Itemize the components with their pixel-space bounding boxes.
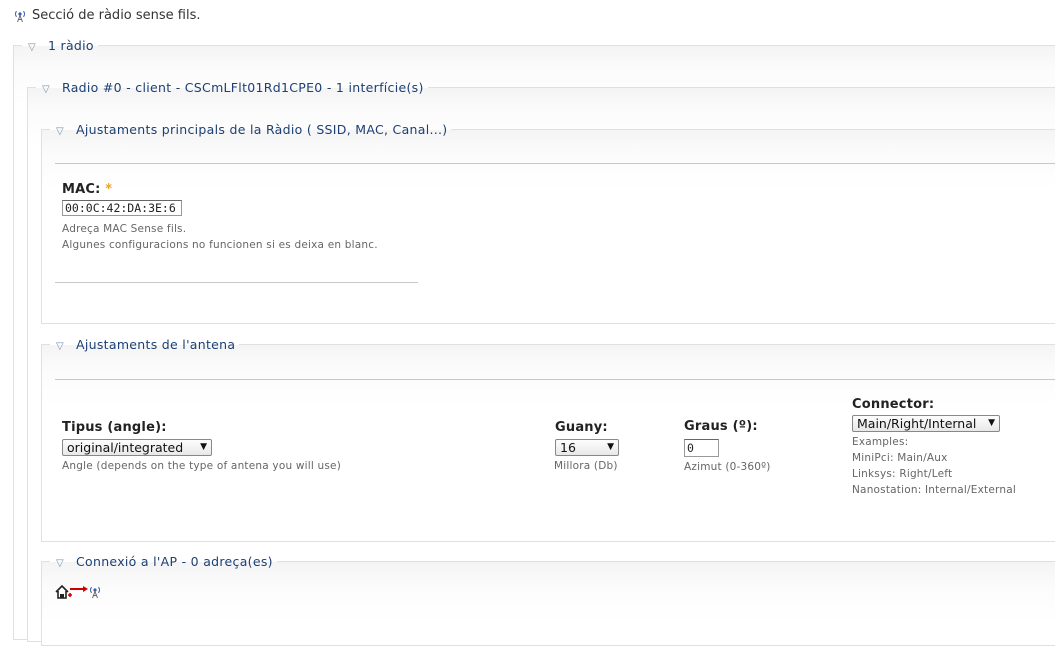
- radios-legend[interactable]: ▽ 1 ràdio: [22, 38, 98, 53]
- antenna-type-help: Angle (depends on the type of antena you…: [62, 460, 342, 472]
- gain-label: Guany:: [555, 420, 608, 435]
- main-settings-divider: [55, 163, 1055, 164]
- degrees-input[interactable]: [684, 439, 719, 457]
- triangle-down-icon[interactable]: ▽: [56, 126, 64, 137]
- wireless-icon: [89, 586, 101, 599]
- degrees-label: Graus (º):: [684, 419, 758, 434]
- connector-label: Connector:: [852, 397, 935, 412]
- mac-input[interactable]: [62, 200, 182, 216]
- chevron-down-icon: ▼: [200, 442, 207, 452]
- gain-help: Millora (Db): [554, 460, 618, 472]
- triangle-down-icon[interactable]: ▽: [42, 84, 50, 95]
- ap-connection-fieldset: ▽ Connexió a l'AP - 0 adreça(es): [41, 554, 1055, 646]
- ap-connection-legend[interactable]: ▽ Connexió a l'AP - 0 adreça(es): [50, 554, 277, 569]
- page-heading-text: Secció de ràdio sense fils.: [32, 8, 201, 23]
- chevron-down-icon: ▼: [988, 418, 995, 428]
- antenna-divider: [55, 379, 1055, 380]
- wireless-icon: [14, 10, 26, 22]
- triangle-down-icon[interactable]: ▽: [56, 341, 64, 352]
- degrees-help: Azimut (0-360º): [684, 461, 771, 473]
- antenna-type-label: Tipus (angle):: [62, 420, 167, 435]
- mac-help: Adreça MAC Sense fils. Algunes configura…: [62, 223, 378, 251]
- triangle-down-icon[interactable]: ▽: [28, 42, 36, 53]
- antenna-legend[interactable]: ▽ Ajustaments de l'antena: [50, 337, 239, 352]
- connector-help: Examples: MiniPci: Main/Aux Linksys: Rig…: [852, 436, 1016, 496]
- gain-select[interactable]: 16 ▼: [555, 439, 619, 456]
- add-link-button[interactable]: [55, 584, 105, 600]
- page-heading: Secció de ràdio sense fils.: [13, 8, 201, 23]
- connector-select[interactable]: Main/Right/Internal ▼: [852, 415, 1000, 432]
- antenna-type-select[interactable]: original/integrated ▼: [62, 439, 212, 456]
- mac-divider: [55, 282, 418, 283]
- required-star: *: [105, 182, 113, 197]
- main-settings-legend[interactable]: ▽ Ajustaments principals de la Ràdio ( SS…: [50, 122, 451, 137]
- triangle-down-icon[interactable]: ▽: [56, 558, 64, 569]
- radio0-legend[interactable]: ▽ Radio #0 - client - CSCmLFlt01Rd1CPE0 -…: [36, 80, 428, 95]
- add-link-icon: [55, 584, 101, 599]
- mac-label: MAC: *: [62, 182, 113, 197]
- chevron-down-icon: ▼: [607, 442, 614, 452]
